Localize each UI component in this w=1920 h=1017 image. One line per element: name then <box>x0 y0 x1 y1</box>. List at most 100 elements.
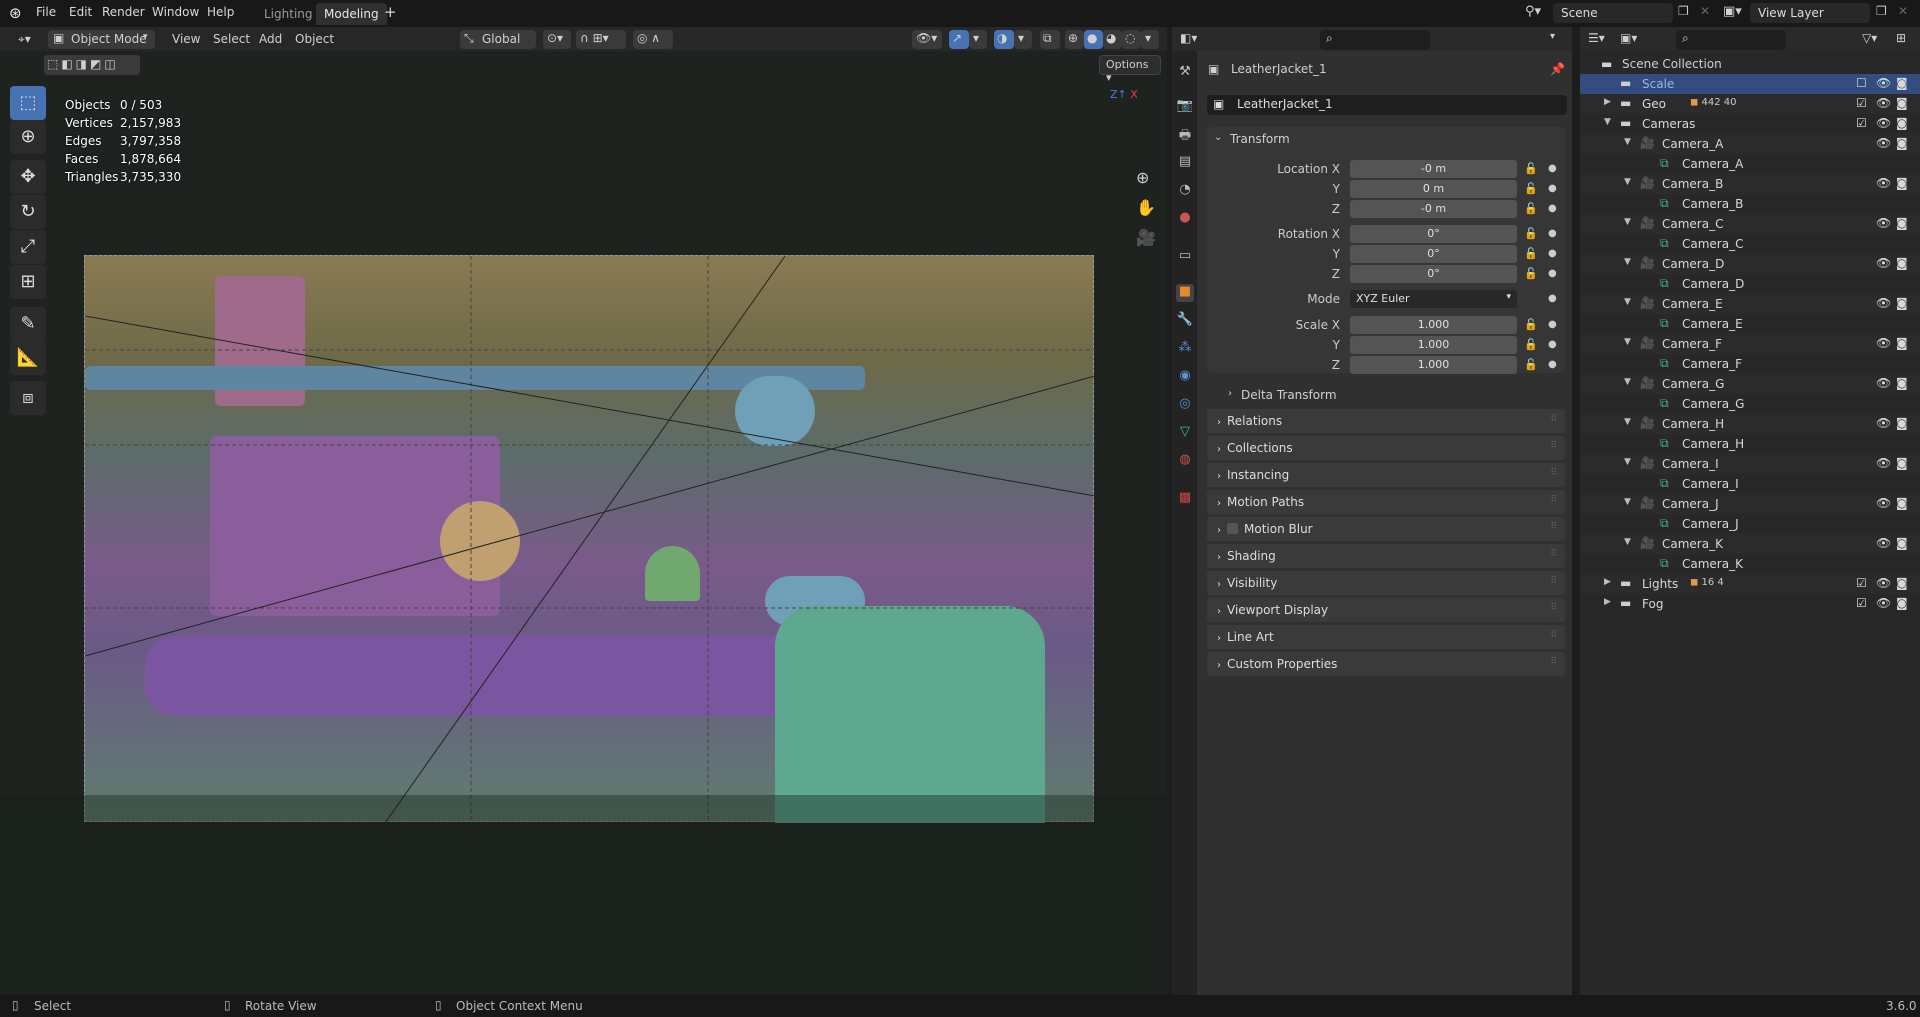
pin-icon[interactable]: 📌 <box>1550 62 1565 76</box>
view-layer-tab-icon[interactable]: ▤ <box>1176 154 1194 172</box>
collection-tab-icon[interactable]: ▭ <box>1176 248 1194 266</box>
proportional-edit-icon[interactable]: ◎ ∧ <box>633 30 673 49</box>
drag-handle-icon[interactable]: ⠿ <box>1550 414 1557 424</box>
exclude-checkbox[interactable]: ☑ <box>1856 96 1867 110</box>
render-camera-icon[interactable]: ◙ <box>1896 416 1908 430</box>
scene-tab-icon[interactable]: ◔ <box>1176 182 1194 200</box>
tab-modeling[interactable]: Modeling <box>316 3 387 25</box>
chevron-down-icon[interactable]: ▾ <box>1141 30 1159 49</box>
lock-icon[interactable]: 🔓 <box>1524 318 1538 331</box>
panel-custom-properties[interactable]: › Custom Properties ⠿ <box>1207 652 1565 676</box>
properties-search-input[interactable]: ⌕ <box>1320 30 1430 50</box>
keyframe-dot-icon[interactable]: ● <box>1548 228 1557 239</box>
outliner-row[interactable]: ▼ 🎥 Camera_C 👁 ◙ <box>1580 214 1920 234</box>
exclude-checkbox[interactable]: ☐ <box>1856 76 1867 90</box>
new-view-layer-icon[interactable]: ❐ <box>1876 4 1887 18</box>
render-camera-icon[interactable]: ◙ <box>1896 96 1908 110</box>
move-tool-icon[interactable]: ✥ <box>10 160 46 194</box>
transform-tool-icon[interactable]: ⊞ <box>10 265 46 299</box>
panel-viewport-display[interactable]: › Viewport Display ⠿ <box>1207 598 1565 622</box>
outliner-row[interactable]: ▼ 🎥 Camera_D 👁 ◙ <box>1580 254 1920 274</box>
chevron-down-icon[interactable]: ▾ <box>1014 30 1032 49</box>
render-camera-icon[interactable]: ◙ <box>1896 296 1908 310</box>
physics-tab-icon[interactable]: ◉ <box>1176 368 1194 386</box>
render-camera-icon[interactable]: ◙ <box>1896 576 1908 590</box>
lock-icon[interactable]: 🔓 <box>1524 182 1538 195</box>
eye-icon[interactable]: 👁 <box>1876 176 1891 190</box>
cursor-tool-icon[interactable]: ⊕ <box>10 120 46 154</box>
display-mode-icon[interactable]: ☰▾ <box>1588 31 1605 45</box>
selection-mode-buttons[interactable]: ⬚◧◨◩◫ <box>44 55 140 75</box>
panel-relations[interactable]: › Relations ⠿ <box>1207 409 1565 433</box>
child-count-badge[interactable]: ◼ 442 40 <box>1690 97 1736 108</box>
drag-handle-icon[interactable]: ⠿ <box>1550 522 1557 532</box>
outliner-row[interactable]: ▼ 🎥 Camera_A 👁 ◙ <box>1580 134 1920 154</box>
expand-open-icon[interactable]: ▼ <box>1624 417 1631 427</box>
menu-render[interactable]: Render <box>102 5 145 19</box>
outliner-row[interactable]: ▼ 🎥 Camera_K 👁 ◙ <box>1580 534 1920 554</box>
eye-icon[interactable]: 👁 <box>1876 536 1891 550</box>
keyframe-dot-icon[interactable]: ● <box>1548 203 1557 214</box>
panel-line-art[interactable]: › Line Art ⠿ <box>1207 625 1565 649</box>
material-tab-icon[interactable]: ◍ <box>1176 452 1194 470</box>
texture-tab-icon[interactable]: ▩ <box>1176 490 1194 508</box>
drag-handle-icon[interactable]: ⠿ <box>1550 576 1557 586</box>
lock-icon[interactable]: 🔓 <box>1524 162 1538 175</box>
exclude-checkbox[interactable]: ☑ <box>1856 576 1867 590</box>
scene-icon[interactable]: ⚲▾ <box>1525 4 1541 19</box>
lock-icon[interactable]: 🔓 <box>1524 202 1538 215</box>
drag-handle-icon[interactable]: ⠿ <box>1550 630 1557 640</box>
data-tab-icon[interactable]: ▽ <box>1176 424 1194 442</box>
keyframe-dot-icon[interactable]: ● <box>1548 293 1557 304</box>
chevron-down-icon[interactable]: ▾ <box>1550 31 1555 42</box>
annotate-tool-icon[interactable]: ✎ <box>10 307 46 341</box>
menu-help[interactable]: Help <box>207 5 234 19</box>
outliner-row[interactable]: ▼ 🎥 Camera_G 👁 ◙ <box>1580 374 1920 394</box>
blender-logo-icon[interactable]: ⊛ <box>9 4 22 22</box>
menu-select[interactable]: Select <box>207 30 256 49</box>
eye-icon[interactable]: 👁 <box>1876 296 1891 310</box>
panel-visibility[interactable]: › Visibility ⠿ <box>1207 571 1565 595</box>
outliner-row[interactable]: ⧉ Camera_C <box>1580 234 1920 254</box>
transform-panel-title[interactable]: Transform <box>1230 132 1290 146</box>
rotate-tool-icon[interactable]: ↻ <box>10 195 46 229</box>
expand-open-icon[interactable]: ▼ <box>1604 117 1611 127</box>
lock-icon[interactable]: 🔓 <box>1524 227 1538 240</box>
render-camera-icon[interactable]: ◙ <box>1896 256 1908 270</box>
navigation-gizmo-icon[interactable]: Z↑ X <box>1110 88 1138 101</box>
exclude-checkbox[interactable]: ☑ <box>1856 116 1867 130</box>
expand-open-icon[interactable]: ▼ <box>1624 177 1631 187</box>
scale-y-field[interactable]: 1.000 <box>1350 336 1517 354</box>
scene-selector[interactable]: Scene <box>1553 3 1673 23</box>
outliner-search-input[interactable]: ⌕ <box>1676 30 1786 50</box>
keyframe-dot-icon[interactable]: ● <box>1548 163 1557 174</box>
keyframe-dot-icon[interactable]: ● <box>1548 339 1557 350</box>
expand-open-icon[interactable]: ▼ <box>1624 257 1631 267</box>
transform-orientation[interactable]: ⤡ Global <box>460 30 536 49</box>
select-box-tool-icon[interactable]: ⬚ <box>10 86 46 120</box>
render-camera-icon[interactable]: ◙ <box>1896 136 1908 150</box>
menu-add[interactable]: Add <box>253 30 288 49</box>
expand-closed-icon[interactable]: ▶ <box>1604 97 1611 107</box>
solid-shading-icon[interactable]: ● <box>1084 30 1103 49</box>
outliner-row[interactable]: ▼ 🎥 Camera_B 👁 ◙ <box>1580 174 1920 194</box>
chevron-down-icon[interactable]: ▾ <box>969 30 987 49</box>
eye-icon[interactable]: 👁 <box>1876 116 1891 130</box>
exclude-checkbox[interactable]: ☑ <box>1856 596 1867 610</box>
rotation-mode-select[interactable]: XYZ Euler ▾ <box>1350 290 1517 308</box>
outliner-row[interactable]: ▼ 🎥 Camera_E 👁 ◙ <box>1580 294 1920 314</box>
outliner-row[interactable]: ⧉ Camera_K <box>1580 554 1920 574</box>
outliner-row[interactable]: ⧉ Camera_E <box>1580 314 1920 334</box>
view-layer-filter-icon[interactable]: ▣▾ <box>1620 31 1637 45</box>
render-camera-icon[interactable]: ◙ <box>1896 496 1908 510</box>
outliner-row[interactable]: ▶ ▬ Lights ◼ 16 4 ☑ 👁 ◙ <box>1580 574 1920 594</box>
particles-tab-icon[interactable]: ⁂ <box>1176 340 1194 358</box>
menu-view[interactable]: View <box>166 30 206 49</box>
panel-collections[interactable]: › Collections ⠿ <box>1207 436 1565 460</box>
render-camera-icon[interactable]: ◙ <box>1896 536 1908 550</box>
measure-tool-icon[interactable]: 📐 <box>10 341 46 375</box>
outliner-row[interactable]: ⧉ Camera_D <box>1580 274 1920 294</box>
menu-file[interactable]: File <box>36 5 56 19</box>
chevron-down-icon[interactable]: ⌄ <box>1214 132 1222 143</box>
tool-tab-icon[interactable]: ⚒ <box>1176 64 1194 82</box>
